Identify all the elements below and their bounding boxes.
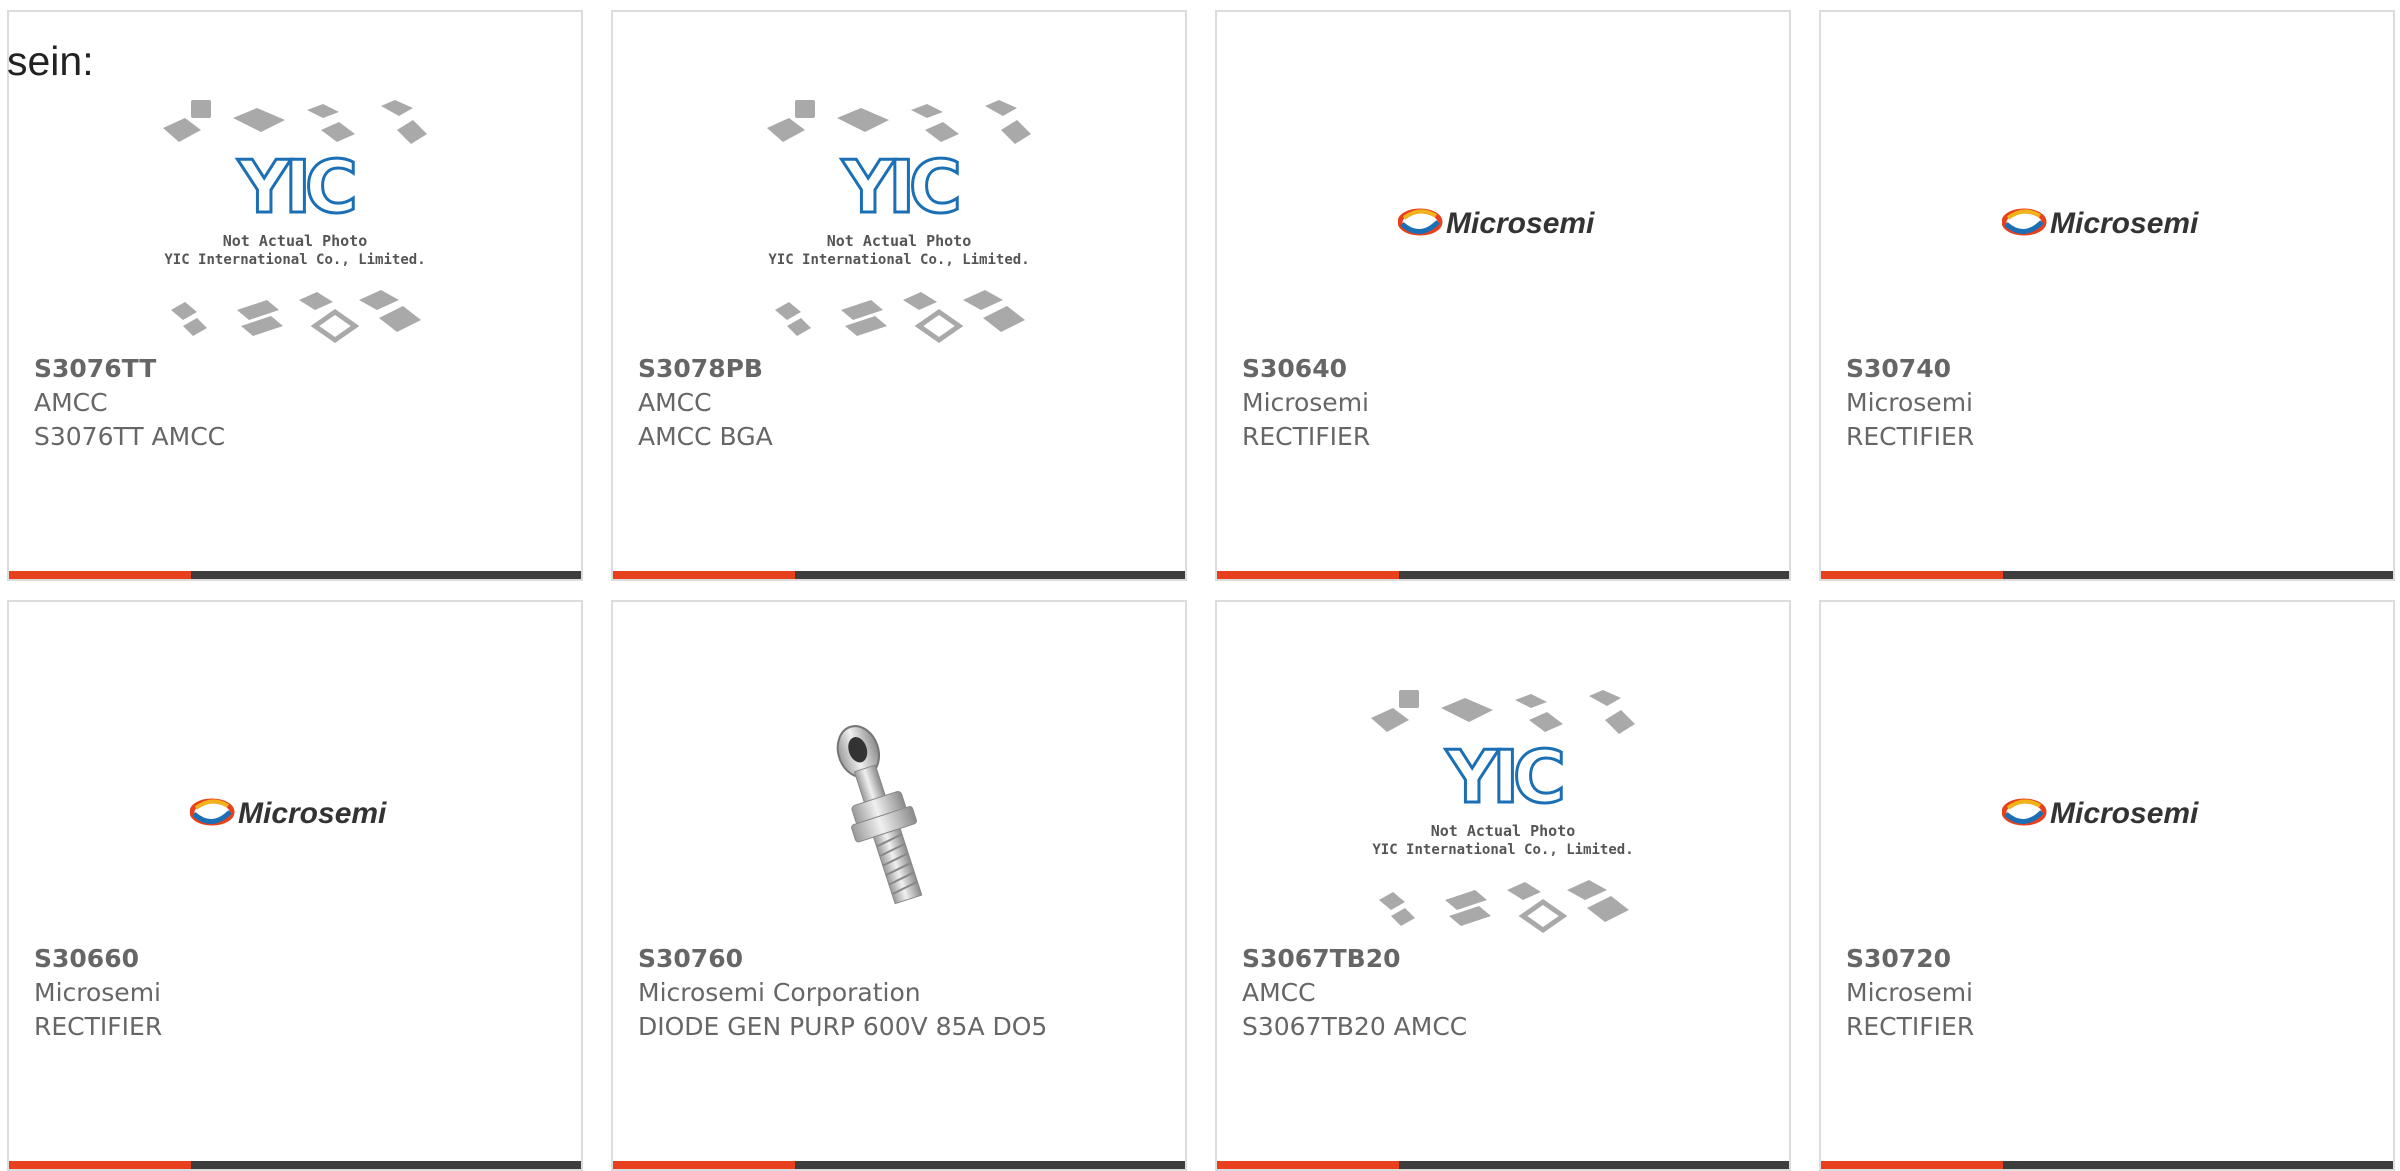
svg-text:YIC International Co., Limited: YIC International Co., Limited. [1372, 842, 1633, 858]
part-number[interactable]: S3078PB [638, 352, 1175, 386]
svg-text:YIC: YIC [237, 145, 354, 229]
svg-text:Microsemi: Microsemi [1446, 207, 1595, 240]
microsemi-logo-icon: Microsemi [1217, 92, 1789, 352]
manufacturer: Microsemi [1846, 978, 1973, 1007]
svg-text:Microsemi: Microsemi [2050, 207, 2199, 240]
card-accent-bar [1217, 1161, 1789, 1169]
stud-diode-photo-icon [613, 682, 1185, 942]
svg-text:YIC International Co., Limited: YIC International Co., Limited. [164, 252, 425, 268]
description: AMCC BGA [638, 422, 773, 451]
card-accent-bar [1821, 571, 2393, 579]
product-card[interactable]: Microsemi S30640 Microsemi RECTIFIER [1215, 10, 1791, 581]
svg-text:Not Actual Photo: Not Actual Photo [1431, 822, 1576, 840]
manufacturer: Microsemi [34, 978, 161, 1007]
manufacturer: Microsemi [1242, 388, 1369, 417]
product-card[interactable]: YIC Not Actual Photo YIC International C… [611, 10, 1187, 581]
part-number[interactable]: S3067TB20 [1242, 942, 1779, 976]
description: S3076TT AMCC [34, 422, 226, 451]
card-accent-bar [9, 571, 581, 579]
description: RECTIFIER [34, 1012, 163, 1041]
product-card[interactable]: YIC Not Actual Photo YIC International C… [1215, 600, 1791, 1171]
part-number[interactable]: S3076TT [34, 352, 571, 386]
intro-text: sein: [7, 38, 94, 84]
svg-text:Not Actual Photo: Not Actual Photo [827, 232, 972, 250]
microsemi-logo-icon: Microsemi [1821, 682, 2393, 942]
svg-text:Microsemi: Microsemi [238, 797, 387, 830]
microsemi-logo-icon: Microsemi [1821, 92, 2393, 352]
product-card[interactable]: Microsemi S30720 Microsemi RECTIFIER [1819, 600, 2395, 1171]
svg-text:Microsemi: Microsemi [2050, 797, 2199, 830]
part-number[interactable]: S30760 [638, 942, 1175, 976]
product-image: YIC Not Actual Photo YIC International C… [1217, 682, 1789, 942]
part-number[interactable]: S30740 [1846, 352, 2383, 386]
product-card[interactable]: YIC Not Actual Photo YIC International C… [7, 10, 583, 581]
microsemi-logo-icon: Microsemi [9, 682, 581, 942]
svg-text:YIC: YIC [841, 145, 958, 229]
manufacturer: Microsemi Corporation [638, 978, 921, 1007]
svg-text:YIC: YIC [1445, 735, 1562, 819]
card-accent-bar [613, 571, 1185, 579]
product-card[interactable]: Microsemi S30740 Microsemi RECTIFIER [1819, 10, 2395, 581]
manufacturer: Microsemi [1846, 388, 1973, 417]
part-number[interactable]: S30660 [34, 942, 571, 976]
product-card[interactable]: S30760 Microsemi Corporation DIODE GEN P… [611, 600, 1187, 1171]
card-accent-bar [613, 1161, 1185, 1169]
description: RECTIFIER [1846, 1012, 1975, 1041]
product-image: YIC Not Actual Photo YIC International C… [613, 92, 1185, 352]
part-number[interactable]: S30640 [1242, 352, 1779, 386]
card-accent-bar [1217, 571, 1789, 579]
manufacturer: AMCC [34, 388, 108, 417]
product-card[interactable]: Microsemi S30660 Microsemi RECTIFIER [7, 600, 583, 1171]
description: S3067TB20 AMCC [1242, 1012, 1468, 1041]
manufacturer: AMCC [1242, 978, 1316, 1007]
manufacturer: AMCC [638, 388, 712, 417]
svg-text:Not Actual Photo: Not Actual Photo [223, 232, 368, 250]
card-accent-bar [9, 1161, 581, 1169]
svg-text:YIC International Co., Limited: YIC International Co., Limited. [768, 252, 1029, 268]
description: RECTIFIER [1846, 422, 1975, 451]
description: RECTIFIER [1242, 422, 1371, 451]
product-image: YIC Not Actual Photo YIC International C… [9, 92, 581, 352]
card-accent-bar [1821, 1161, 2393, 1169]
part-number[interactable]: S30720 [1846, 942, 2383, 976]
description: DIODE GEN PURP 600V 85A DO5 [638, 1012, 1048, 1041]
